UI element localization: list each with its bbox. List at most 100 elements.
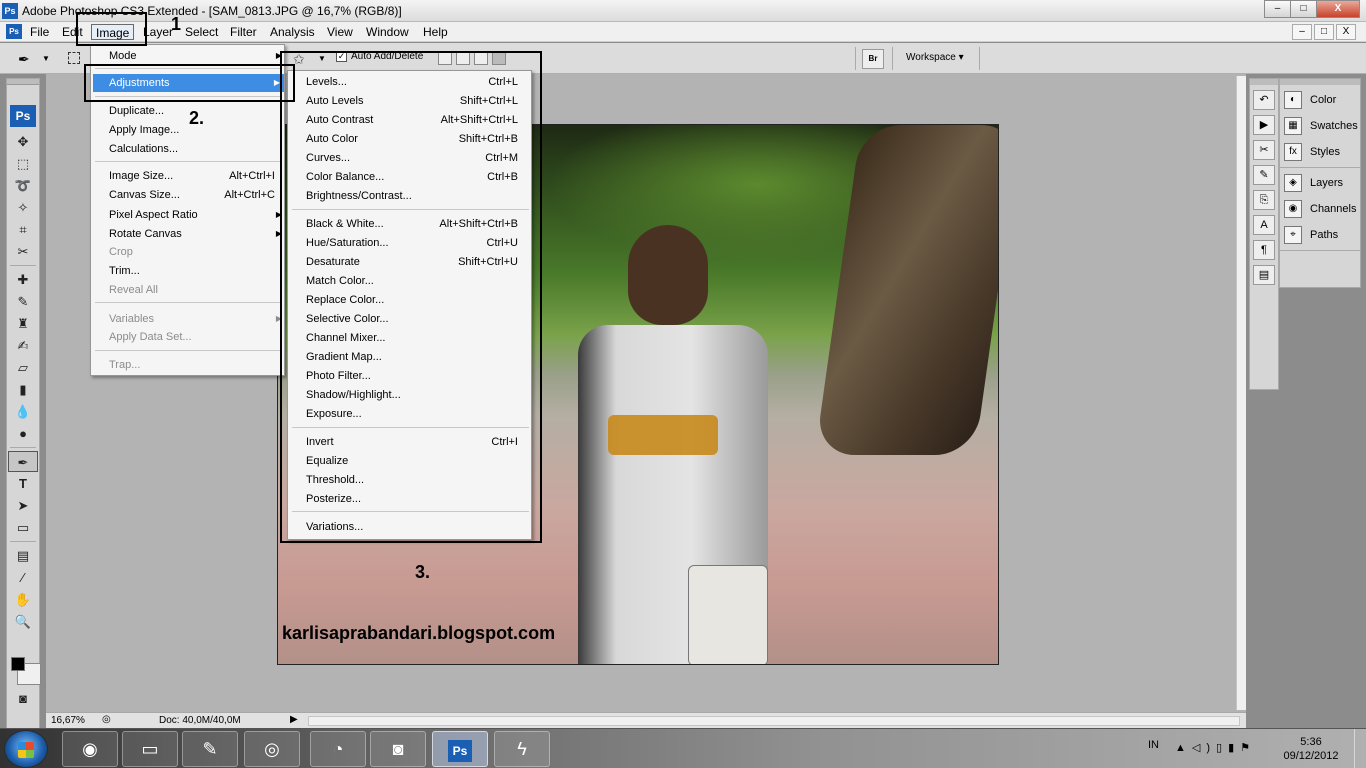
foreground-color-swatch[interactable] <box>11 657 25 671</box>
menu-item-pixel-aspect-ratio[interactable]: Pixel Aspect Ratio ▶ <box>91 206 286 224</box>
zoom-level[interactable]: 16,67% <box>51 715 85 726</box>
color-panel-icon: ◐ <box>1284 91 1302 109</box>
vertical-scrollbar[interactable] <box>1236 76 1246 710</box>
actions-icon[interactable]: ▶ <box>1253 115 1275 135</box>
clone-stamp-tool-icon[interactable]: ♜ <box>8 313 38 334</box>
menu-item-canvas-size[interactable]: Canvas Size... Alt+Ctrl+C <box>91 186 286 204</box>
pen-tool-icon[interactable]: ✒ <box>8 451 38 472</box>
toolbox-grip[interactable] <box>7 79 39 85</box>
menu-item-trim[interactable]: Trim... <box>91 262 286 280</box>
blur-tool-icon[interactable]: 💧 <box>8 401 38 422</box>
menu-item-rotate-canvas[interactable]: Rotate Canvas ▶ <box>91 225 286 243</box>
doc-close-button[interactable]: X <box>1336 24 1356 40</box>
marquee-tool-icon[interactable]: ⬚ <box>8 153 38 174</box>
volume-icon[interactable]: ◁) <box>1192 742 1216 754</box>
notes-tool-icon[interactable]: ▤ <box>8 545 38 566</box>
eyedropper-tool-icon[interactable]: ⁄ <box>8 567 38 588</box>
shape-tool-icon[interactable]: ▭ <box>8 517 38 538</box>
slice-tool-icon[interactable]: ✂ <box>8 241 38 262</box>
horizontal-scrollbar[interactable] <box>308 716 1240 726</box>
clock-time: 5:36 <box>1300 736 1322 748</box>
panel-channels[interactable]: ◉ Channels <box>1280 196 1360 222</box>
dock-grip[interactable] <box>1250 79 1278 85</box>
minimize-button[interactable]: – <box>1264 0 1291 18</box>
action-center-icon[interactable]: ⚑ <box>1240 742 1256 754</box>
menu-analysis[interactable]: Analysis <box>266 24 319 40</box>
history-brush-tool-icon[interactable]: ✍ <box>8 335 38 356</box>
eraser-tool-icon[interactable]: ▱ <box>8 357 38 378</box>
menu-filter[interactable]: Filter <box>226 24 261 40</box>
brushes-icon[interactable]: ✎ <box>1253 165 1275 185</box>
menu-item-mode[interactable]: Mode ▶ <box>91 47 286 65</box>
lasso-tool-icon[interactable]: ➰ <box>8 175 38 196</box>
power-icon[interactable]: ▯ <box>1216 742 1228 754</box>
taskbar-media-player[interactable]: ◔ <box>310 731 366 767</box>
clock-date: 09/12/2012 <box>1283 750 1339 762</box>
clone-source-icon[interactable]: ⎘ <box>1253 190 1275 210</box>
workspace-menu[interactable]: Workspace ▾ <box>906 52 964 63</box>
menu-select[interactable]: Select <box>181 24 222 40</box>
panel-layers[interactable]: ◈ Layers <box>1280 170 1360 196</box>
gradient-tool-icon[interactable]: ▮ <box>8 379 38 400</box>
language-indicator[interactable]: IN <box>1148 739 1159 751</box>
menu-item-calculations[interactable]: Calculations... <box>91 140 286 158</box>
tool-presets-icon[interactable]: ✂ <box>1253 140 1275 160</box>
quick-mask-icon[interactable]: ◙ <box>8 688 38 709</box>
panel-color[interactable]: ◐ Color <box>1280 87 1360 113</box>
status-menu-arrow-icon[interactable]: ▶ <box>290 714 298 725</box>
document-icon[interactable]: Ps <box>6 24 22 39</box>
start-button[interactable] <box>4 730 48 768</box>
magic-wand-tool-icon[interactable]: ✧ <box>8 197 38 218</box>
pen-tool-preset-icon[interactable]: ✒ <box>18 51 30 68</box>
taskbar-winamp[interactable]: ϟ <box>494 731 550 767</box>
taskbar-chrome[interactable]: ◎ <box>244 731 300 767</box>
taskbar-paint[interactable]: ✎ <box>182 731 238 767</box>
zoom-preview-icon[interactable]: ◎ <box>102 714 111 725</box>
taskbar-explorer[interactable]: ▭ <box>122 731 178 767</box>
photoshop-badge[interactable]: Ps <box>10 105 36 127</box>
type-tool-icon[interactable]: T <box>8 473 38 494</box>
layer-comps-icon[interactable]: ▤ <box>1253 265 1275 285</box>
menu-item-image-size[interactable]: Image Size... Alt+Ctrl+I <box>91 167 286 185</box>
brush-tool-icon[interactable]: ✎ <box>8 291 38 312</box>
maximize-button[interactable]: □ <box>1290 0 1317 18</box>
panel-paths[interactable]: ⌖ Paths <box>1280 222 1360 248</box>
folder-icon: ▭ <box>141 739 159 759</box>
hand-tool-icon[interactable]: ✋ <box>8 589 38 610</box>
history-icon[interactable]: ↶ <box>1253 90 1275 110</box>
show-hidden-icons-icon[interactable]: ▲ <box>1175 742 1192 754</box>
crop-tool-icon[interactable]: ⌗ <box>8 219 38 240</box>
photoshop-app-icon[interactable]: Ps <box>2 3 18 19</box>
panel-label: Swatches <box>1310 120 1358 132</box>
panel-swatches[interactable]: ▦ Swatches <box>1280 113 1360 139</box>
doc-minimize-button[interactable]: – <box>1292 24 1312 40</box>
swatches-panel-icon: ▦ <box>1284 117 1302 135</box>
taskbar-camera[interactable]: ◙ <box>370 731 426 767</box>
menu-view[interactable]: View <box>323 24 357 40</box>
network-icon[interactable]: ▮ <box>1228 742 1240 754</box>
doc-restore-button[interactable]: □ <box>1314 24 1334 40</box>
menu-window[interactable]: Window <box>362 24 413 40</box>
dodge-tool-icon[interactable]: ● <box>8 423 38 444</box>
watermark-caption: karlisaprabandari.blogspot.com <box>282 623 556 643</box>
healing-brush-tool-icon[interactable]: ✚ <box>8 269 38 290</box>
path-selection-tool-icon[interactable]: ➤ <box>8 495 38 516</box>
shape-layers-icon[interactable] <box>68 52 80 64</box>
system-clock[interactable]: 5:36 09/12/2012 <box>1270 735 1352 763</box>
bridge-button[interactable]: Br <box>862 49 884 69</box>
panel-styles[interactable]: fx Styles <box>1280 139 1360 165</box>
zoom-tool-icon[interactable]: 🔍 <box>8 611 38 632</box>
annotation-box-adjustments-submenu <box>280 51 542 543</box>
move-tool-icon[interactable]: ✥ <box>8 131 38 152</box>
close-button[interactable]: X <box>1316 0 1360 18</box>
menu-file[interactable]: File <box>26 24 53 40</box>
paragraph-icon[interactable]: ¶ <box>1253 240 1275 260</box>
layers-panel-icon: ◈ <box>1284 174 1302 192</box>
character-icon[interactable]: A <box>1253 215 1275 235</box>
paths-panel-icon: ⌖ <box>1284 226 1302 244</box>
show-desktop-button[interactable] <box>1354 729 1366 768</box>
taskbar-photoshop[interactable]: Ps <box>432 731 488 767</box>
chevron-down-icon[interactable]: ▼ <box>42 54 50 63</box>
taskbar-firefox[interactable]: ◉ <box>62 731 118 767</box>
menu-help[interactable]: Help <box>419 24 452 40</box>
